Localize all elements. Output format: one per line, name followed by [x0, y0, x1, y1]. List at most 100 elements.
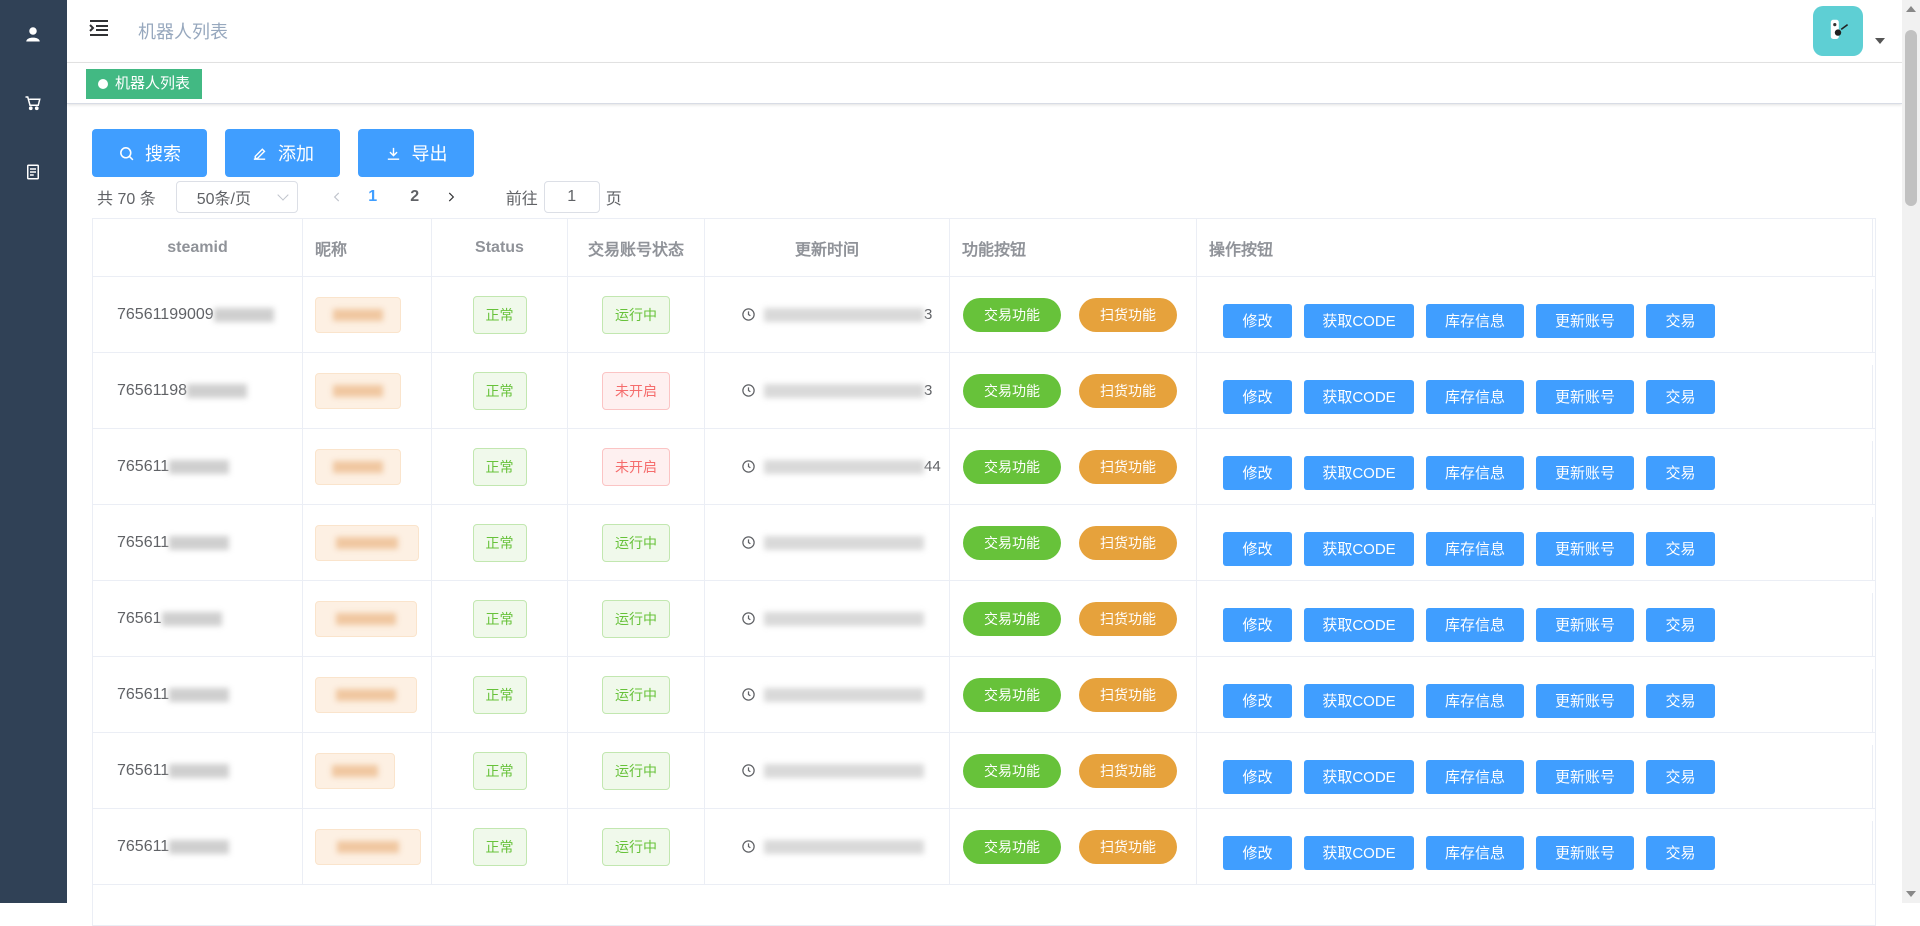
page-number-2[interactable]: 2 — [400, 188, 430, 206]
user-icon[interactable] — [21, 22, 45, 46]
prev-page-button[interactable] — [322, 182, 352, 212]
inventory-button[interactable]: 库存信息 — [1426, 607, 1524, 642]
edit-button[interactable]: 修改 — [1223, 683, 1292, 718]
trade-button[interactable]: 交易 — [1646, 607, 1715, 642]
update-account-button[interactable]: 更新账号 — [1536, 303, 1634, 338]
inventory-button[interactable]: 库存信息 — [1426, 683, 1524, 718]
update-account-button[interactable]: 更新账号 — [1536, 759, 1634, 794]
scroll-up-arrow-icon[interactable] — [1906, 6, 1916, 12]
trade-feature-button[interactable]: 交易功能 — [963, 525, 1061, 560]
update-account-button[interactable]: 更新账号 — [1536, 531, 1634, 566]
edit-button[interactable]: 修改 — [1223, 759, 1292, 794]
edit-button[interactable]: 修改 — [1223, 379, 1292, 414]
edit-button[interactable]: 修改 — [1223, 531, 1292, 566]
tag-robot-list[interactable]: 机器人列表 — [86, 69, 203, 99]
redacted-block — [169, 459, 230, 474]
get-code-button[interactable]: 获取CODE — [1304, 683, 1414, 718]
cell-status: 正常 — [432, 429, 568, 504]
trade-feature-button[interactable]: 交易功能 — [963, 373, 1061, 408]
update-account-button[interactable]: 更新账号 — [1536, 455, 1634, 490]
inventory-button[interactable]: 库存信息 — [1426, 303, 1524, 338]
status-badge: 正常 — [472, 675, 527, 714]
inventory-button[interactable]: 库存信息 — [1426, 759, 1524, 794]
update-account-button[interactable]: 更新账号 — [1536, 835, 1634, 870]
nickname-tag — [315, 448, 401, 485]
cell-trade-status: 运行中 — [568, 505, 705, 580]
scroll-down-arrow-icon[interactable] — [1906, 891, 1916, 897]
cart-icon[interactable] — [21, 91, 45, 115]
sweep-feature-button[interactable]: 扫货功能 — [1079, 373, 1177, 408]
get-code-button[interactable]: 获取CODE — [1304, 455, 1414, 490]
status-badge: 正常 — [472, 523, 527, 562]
search-button-label: 搜索 — [145, 144, 181, 164]
inventory-button[interactable]: 库存信息 — [1426, 455, 1524, 490]
export-button[interactable]: 导出 — [358, 129, 474, 177]
cell-status: 正常 — [432, 505, 568, 580]
cell-trade-status: 未开启 — [568, 353, 705, 428]
add-button[interactable]: 添加 — [225, 129, 340, 177]
sweep-feature-button[interactable]: 扫货功能 — [1079, 449, 1177, 484]
get-code-button[interactable]: 获取CODE — [1304, 303, 1414, 338]
update-account-button[interactable]: 更新账号 — [1536, 379, 1634, 414]
update-account-button[interactable]: 更新账号 — [1536, 607, 1634, 642]
trade-feature-button[interactable]: 交易功能 — [963, 753, 1061, 788]
sweep-feature-button[interactable]: 扫货功能 — [1079, 297, 1177, 332]
clock-icon — [742, 840, 755, 853]
document-icon[interactable] — [21, 160, 45, 184]
trade-button[interactable]: 交易 — [1646, 759, 1715, 794]
get-code-button[interactable]: 获取CODE — [1304, 379, 1414, 414]
update-account-button[interactable]: 更新账号 — [1536, 683, 1634, 718]
sweep-feature-button[interactable]: 扫货功能 — [1079, 829, 1177, 864]
get-code-button[interactable]: 获取CODE — [1304, 531, 1414, 566]
next-page-button[interactable] — [436, 182, 466, 212]
trade-button[interactable]: 交易 — [1646, 379, 1715, 414]
hamburger-menu-icon[interactable] — [87, 16, 111, 40]
edit-button[interactable]: 修改 — [1223, 835, 1292, 870]
col-header-trade-status: 交易账号状态 — [568, 219, 705, 276]
sweep-feature-button[interactable]: 扫货功能 — [1079, 525, 1177, 560]
avatar[interactable] — [1813, 6, 1863, 56]
trade-button[interactable]: 交易 — [1646, 835, 1715, 870]
trade-feature-button[interactable]: 交易功能 — [963, 829, 1061, 864]
cell-update-time — [705, 505, 950, 580]
page-number-1[interactable]: 1 — [358, 188, 388, 206]
inventory-button[interactable]: 库存信息 — [1426, 379, 1524, 414]
trade-button[interactable]: 交易 — [1646, 455, 1715, 490]
scroll-thumb[interactable] — [1905, 30, 1917, 206]
sweep-feature-button[interactable]: 扫货功能 — [1079, 601, 1177, 636]
sweep-feature-button[interactable]: 扫货功能 — [1079, 753, 1177, 788]
trade-feature-button[interactable]: 交易功能 — [963, 449, 1061, 484]
inventory-button[interactable]: 库存信息 — [1426, 531, 1524, 566]
search-button[interactable]: 搜索 — [92, 129, 207, 177]
cell-nickname — [303, 809, 432, 884]
trade-button[interactable]: 交易 — [1646, 683, 1715, 718]
sweep-feature-button[interactable]: 扫货功能 — [1079, 677, 1177, 712]
get-code-button[interactable]: 获取CODE — [1304, 759, 1414, 794]
export-button-label: 导出 — [411, 144, 448, 164]
get-code-button[interactable]: 获取CODE — [1304, 835, 1414, 870]
page-scrollbar[interactable] — [1902, 0, 1920, 903]
time-tail: 44 — [924, 458, 941, 475]
trade-feature-button[interactable]: 交易功能 — [963, 297, 1061, 332]
cell-op-buttons: 修改 获取CODE 库存信息 更新账号 交易 — [1197, 289, 1873, 352]
trade-feature-button[interactable]: 交易功能 — [963, 677, 1061, 712]
page-size-select[interactable]: 50条/页 — [175, 181, 298, 213]
trade-status-badge: 运行中 — [602, 523, 670, 562]
search-icon — [120, 146, 134, 160]
edit-button[interactable]: 修改 — [1223, 455, 1292, 490]
cell-trade-status: 运行中 — [568, 809, 705, 884]
edit-button[interactable]: 修改 — [1223, 303, 1292, 338]
inventory-button[interactable]: 库存信息 — [1426, 835, 1524, 870]
trade-button[interactable]: 交易 — [1646, 531, 1715, 566]
trade-feature-button[interactable]: 交易功能 — [963, 601, 1061, 636]
steamid-text: 765611 — [117, 457, 170, 475]
trade-button[interactable]: 交易 — [1646, 303, 1715, 338]
get-code-button[interactable]: 获取CODE — [1304, 607, 1414, 642]
cell-steamid: 76561 — [93, 581, 303, 656]
redacted-block — [187, 383, 247, 398]
avatar-dropdown-caret-icon[interactable] — [1875, 38, 1885, 44]
pagination-total: 共 70 条 — [97, 191, 156, 208]
edit-button[interactable]: 修改 — [1223, 607, 1292, 642]
page-jumper: 前往 页 — [506, 181, 622, 213]
goto-page-input[interactable] — [543, 181, 600, 213]
